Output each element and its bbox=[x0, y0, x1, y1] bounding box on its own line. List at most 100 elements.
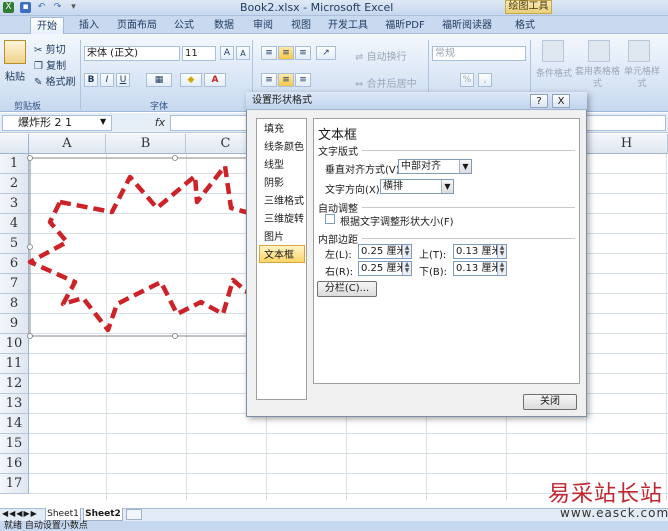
sheet-tab-1[interactable]: Sheet1 bbox=[45, 508, 81, 521]
tab-8[interactable]: 福昕PDF bbox=[382, 17, 428, 34]
paste-button[interactable]: 粘贴 bbox=[5, 68, 25, 83]
tab-4[interactable]: 数据 bbox=[208, 17, 240, 34]
row-header-12[interactable]: 12 bbox=[0, 374, 29, 394]
chevron-down-icon: ▼ bbox=[441, 180, 453, 193]
category-item-5[interactable]: 三维旋转 bbox=[264, 211, 304, 229]
table-format-button[interactable]: 套用表格格式 bbox=[575, 66, 620, 90]
tab-7[interactable]: 开发工具 bbox=[326, 17, 370, 34]
border-button[interactable]: ▦ bbox=[146, 73, 172, 87]
layout-section-label: 文字版式 bbox=[318, 147, 358, 158]
quick-access-more-icon[interactable]: ▾ bbox=[68, 2, 79, 13]
text-direction-select[interactable]: 横排 ▼ bbox=[380, 179, 454, 194]
comma-button[interactable]: , bbox=[478, 73, 492, 87]
italic-button[interactable]: I bbox=[100, 73, 114, 87]
row-header-13[interactable]: 13 bbox=[0, 394, 29, 414]
spinner-arrows-icon[interactable]: ▲ ▼ bbox=[497, 262, 506, 275]
fill-color-button[interactable]: ◆ bbox=[180, 73, 202, 87]
number-format-select[interactable]: 常规 bbox=[432, 46, 526, 61]
cut-button[interactable]: ✂ 剪切 bbox=[34, 41, 66, 56]
new-sheet-icon[interactable] bbox=[126, 509, 142, 520]
column-header-b[interactable]: B bbox=[106, 134, 186, 154]
grow-font-button[interactable]: A bbox=[220, 46, 234, 60]
top-margin-spinner[interactable]: 0.13 厘米 ▲ ▼ bbox=[453, 244, 507, 259]
sheet-nav-arrows-icon[interactable]: ◀◀◀▶▶ bbox=[2, 509, 38, 518]
merge-center-button[interactable]: ⇔ 合并后居中 bbox=[355, 75, 417, 90]
selection-handles bbox=[27, 155, 178, 339]
tab-9[interactable]: 福昕阅读器 bbox=[436, 17, 498, 34]
left-margin-spinner[interactable]: 0.25 厘米 ▲ ▼ bbox=[358, 244, 412, 259]
category-item-0[interactable]: 填充 bbox=[264, 121, 284, 139]
font-color-button[interactable]: A bbox=[204, 73, 226, 87]
row-header-16[interactable]: 16 bbox=[0, 454, 29, 474]
category-item-1[interactable]: 线条颜色 bbox=[264, 139, 304, 157]
category-item-6[interactable]: 图片 bbox=[264, 229, 284, 247]
tab-5[interactable]: 审阅 bbox=[248, 17, 278, 34]
category-item-4[interactable]: 三维格式 bbox=[264, 193, 304, 211]
right-margin-spinner[interactable]: 0.25 厘米 ▲ ▼ bbox=[358, 261, 412, 276]
bold-button[interactable]: B bbox=[84, 73, 98, 87]
underline-button[interactable]: U bbox=[116, 73, 130, 87]
save-icon[interactable]: ▪ bbox=[20, 2, 31, 13]
dialog-close-button[interactable]: X bbox=[552, 94, 570, 108]
spinner-arrows-icon[interactable]: ▲ ▼ bbox=[402, 245, 411, 258]
spinner-arrows-icon[interactable]: ▲ ▼ bbox=[402, 262, 411, 275]
spinner-arrows-icon[interactable]: ▲ ▼ bbox=[497, 245, 506, 258]
percent-button[interactable]: % bbox=[460, 73, 474, 87]
bottom-margin-spinner[interactable]: 0.13 厘米 ▲ ▼ bbox=[453, 261, 507, 276]
valign-select[interactable]: 中部对齐 ▼ bbox=[398, 159, 472, 174]
autofit-checkbox[interactable] bbox=[325, 214, 335, 224]
category-item-3[interactable]: 阴影 bbox=[264, 175, 284, 193]
tab-0[interactable]: 开始 bbox=[30, 17, 64, 34]
section-divider bbox=[362, 207, 575, 208]
tab-1[interactable]: 插入 bbox=[72, 17, 106, 34]
select-all-corner[interactable] bbox=[0, 134, 29, 154]
tab-3[interactable]: 公式 bbox=[168, 17, 200, 34]
redo-icon[interactable]: ↷ bbox=[52, 2, 63, 13]
row-header-11[interactable]: 11 bbox=[0, 354, 29, 374]
column-header-a[interactable]: A bbox=[29, 134, 106, 154]
align-middle-icon: ≡ bbox=[282, 48, 290, 58]
paste-icon[interactable] bbox=[4, 40, 26, 64]
align-right-button[interactable]: ≡ bbox=[295, 73, 311, 87]
category-item-7[interactable]: 文本框 bbox=[264, 247, 294, 265]
wrap-text-button[interactable]: ⇌ 自动换行 bbox=[355, 48, 407, 63]
name-box-dropdown-icon[interactable]: ▼ bbox=[100, 117, 106, 126]
row-header-15[interactable]: 15 bbox=[0, 434, 29, 454]
row-header-17[interactable]: 17 bbox=[0, 474, 29, 494]
font-name-select[interactable]: 宋体 (正文) bbox=[84, 46, 180, 61]
tab-2[interactable]: 页面布局 bbox=[112, 17, 162, 34]
format-painter-button[interactable]: ✎ 格式刷 bbox=[34, 73, 76, 88]
align-middle-button[interactable]: ≡ bbox=[278, 46, 294, 60]
cell-styles-icon bbox=[628, 40, 650, 62]
align-top-button[interactable]: ≡ bbox=[261, 46, 277, 60]
orientation-button[interactable]: ↗ bbox=[316, 46, 336, 60]
clipboard-group-label: 剪贴板 bbox=[14, 102, 42, 112]
align-bottom-button[interactable]: ≡ bbox=[295, 46, 311, 60]
tab-10[interactable]: 格式 bbox=[508, 17, 542, 34]
category-item-2[interactable]: 线型 bbox=[264, 157, 284, 175]
column-header-h[interactable]: H bbox=[586, 134, 668, 154]
name-box[interactable]: 爆炸形 2 1 bbox=[2, 115, 112, 131]
undo-icon[interactable]: ↶ bbox=[36, 2, 47, 13]
brush-icon: ✎ bbox=[34, 77, 43, 88]
sheet-tab-2[interactable]: Sheet2 bbox=[83, 508, 123, 521]
cell-styles-button[interactable]: 单元格样式 bbox=[622, 66, 662, 90]
columns-button[interactable]: 分栏(C)... bbox=[317, 281, 377, 297]
table-format-icon bbox=[588, 40, 610, 62]
font-size-select[interactable]: 11 bbox=[182, 46, 216, 61]
insert-function-button[interactable]: fx bbox=[152, 115, 168, 131]
dialog-help-button[interactable]: ? bbox=[530, 94, 548, 108]
watermark-logo: 易采站长站 bbox=[548, 482, 664, 507]
top-margin-label: 上(T): bbox=[419, 250, 447, 261]
tab-6[interactable]: 视图 bbox=[286, 17, 316, 34]
align-right-icon: ≡ bbox=[299, 75, 307, 85]
section-divider bbox=[362, 150, 575, 151]
row-header-14[interactable]: 14 bbox=[0, 414, 29, 434]
align-left-button[interactable]: ≡ bbox=[261, 73, 277, 87]
align-center-button[interactable]: ≡ bbox=[278, 73, 294, 87]
shrink-font-button[interactable]: A bbox=[236, 46, 250, 60]
copy-button[interactable]: ❐ 复制 bbox=[34, 57, 66, 72]
conditional-format-button[interactable]: 条件格式 bbox=[536, 66, 572, 79]
excel-logo-icon[interactable]: X bbox=[3, 2, 14, 13]
dialog-close-action-button[interactable]: 关闭 bbox=[523, 394, 577, 410]
